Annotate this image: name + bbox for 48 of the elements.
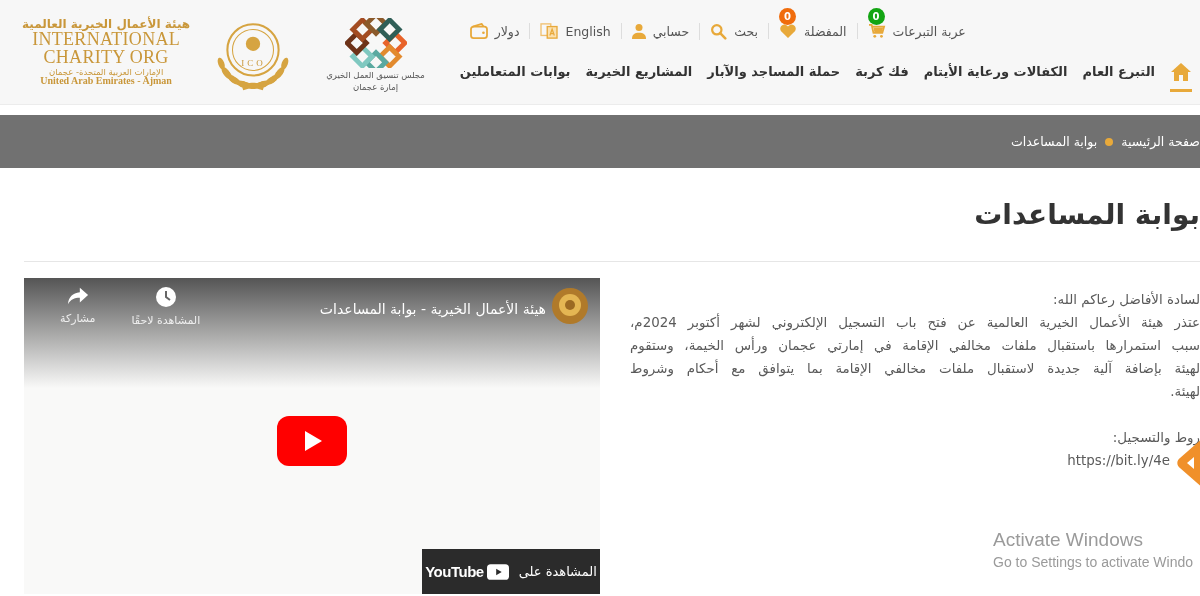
top-link[interactable]: دولار [469,23,520,39]
council-logo-text: مجلس تنسيق العمل الخيري [326,70,425,80]
logo-english-location: United Arab Emirates - Ajman [40,76,172,87]
count-badge: 0 [867,8,885,25]
nav-link[interactable]: بوابات المتعاملين [459,58,571,92]
logo-arabic-location: الإمارات العربية المتحدة- عجمان [48,67,164,77]
nav-link[interactable]: حملة المساجد والآبار [707,58,841,92]
top-link[interactable]: حسابي [631,23,690,39]
page-title: بوابة المساعدات [974,198,1200,231]
top-link[interactable]: عربة التبرعات [867,23,966,39]
video-title[interactable]: هيئة الأعمال الخيرية - بوابة المساعدات [319,301,546,317]
nav-link[interactable]: المشاريع الخيرية [585,58,693,92]
text-line: عتذر هيئة الأعمال الخيرية العالمية عن فتح باب التسجيل الإلكتروني لشهر أكتوبر 2024م، [630,312,1200,333]
nav-link[interactable]: الكفالات ورعاية الأيتام [923,58,1068,92]
count-badge: 0 [779,8,797,25]
cart-icon[interactable] [867,23,886,39]
emblem-text: ICO [241,58,266,68]
wallet-icon[interactable] [469,23,488,39]
play-button[interactable] [277,416,347,466]
council-logo-icon [344,18,407,68]
clock-icon [154,286,177,308]
text-line: لسادة الأفاضل رعاكم الله: [1052,290,1200,310]
heart-icon[interactable] [779,23,798,39]
translate-icon[interactable] [540,23,559,39]
top-link[interactable]: المفضلة [779,23,847,39]
nav-link[interactable]: التبرع العام [1082,58,1155,92]
share-icon [66,286,89,306]
breadcrumb-current: بوابة المساعدات [1010,134,1098,149]
council-logo-text: إمارة عجمان [353,82,399,92]
top-link[interactable]: بحث [710,22,759,40]
home-icon [1170,62,1192,82]
activation-notice-title: Activate Windows [993,529,1144,551]
link[interactable]: https://bit.ly/4e [1067,453,1170,468]
search-icon[interactable] [710,22,728,40]
channel-logo-icon[interactable] [550,286,590,326]
separator-dot-icon [1105,137,1114,146]
logo-english-name: CHARITY ORG [43,47,169,66]
text-line: لهيئة. [1169,383,1200,401]
activation-notice-text: Go to Settings to activate Windo [993,553,1193,572]
text-line: روط والتسجيل: [1111,429,1200,448]
user-icon[interactable] [631,23,646,39]
top-link[interactable]: English [540,23,611,39]
logo-arabic-name: هيئة الأعمال الخيرية العالمية [22,17,191,30]
play-logo-icon [486,563,509,580]
text-line: لهيئة بإضافة آلية جديدة لاستقبال ملفات مخالفي الإقامة بما يتوافق مع أحكام وشروط [630,358,1200,379]
text-line: سبب استمرارها باستقبال ملفات مخالفي الإقامة في إمارتي عجمان ورأس الخيمة، وستقوم [630,335,1200,356]
nav-link[interactable]: فك كربة [855,58,909,92]
breadcrumb-link[interactable]: صفحة الرئيسية [1121,134,1200,149]
